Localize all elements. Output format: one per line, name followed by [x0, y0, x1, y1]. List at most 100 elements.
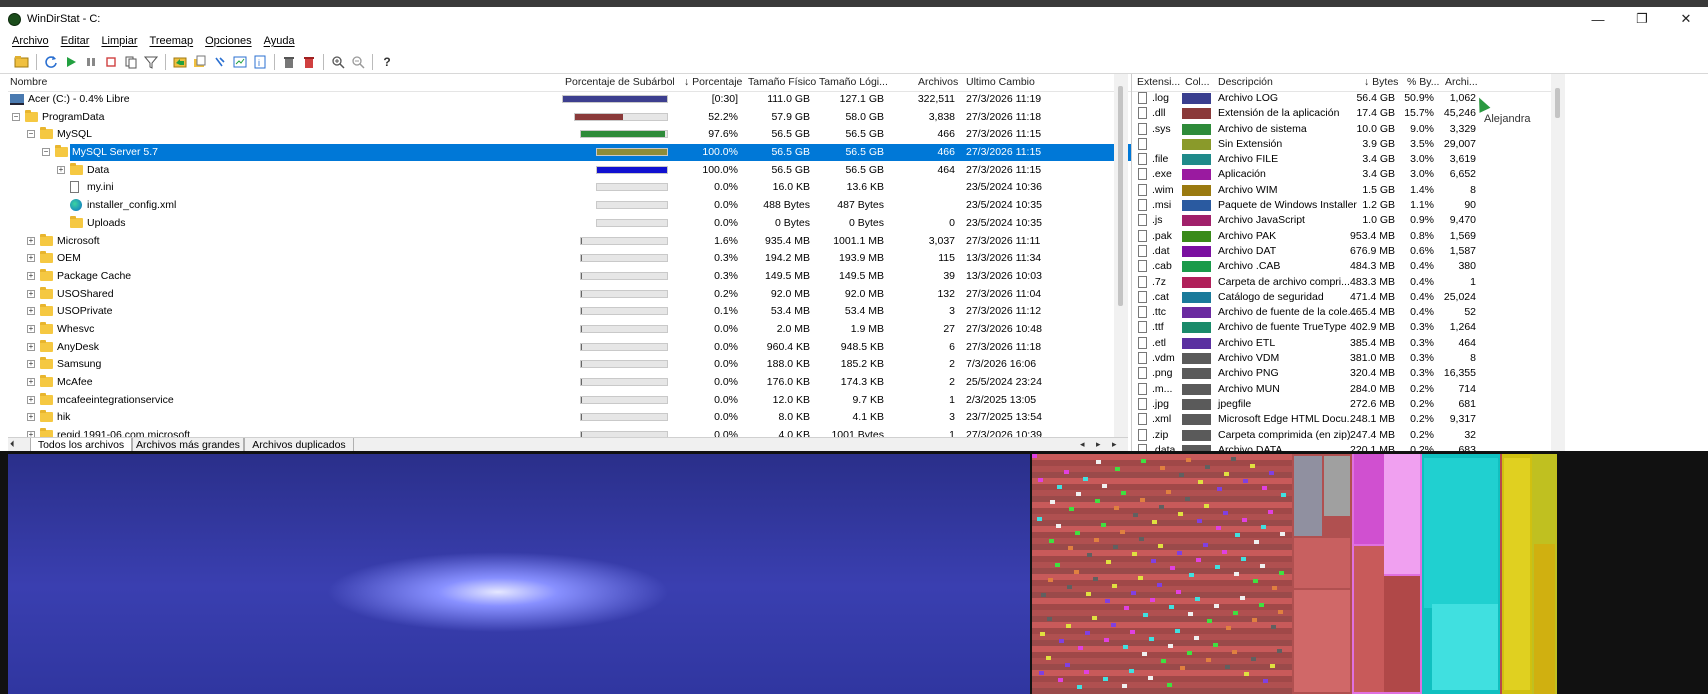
treemap-cell[interactable] — [1048, 688, 1056, 694]
minimize-button[interactable]: — — [1576, 7, 1620, 31]
col-extension[interactable]: Extensi... — [1137, 76, 1180, 88]
treemap-cell[interactable] — [1261, 525, 1266, 529]
treemap-cell[interactable] — [1088, 688, 1096, 694]
ext-row[interactable]: .file Archivo FILE 3.4 GB 3.0% 3,619 — [1132, 152, 1552, 167]
ext-row[interactable]: .cab Archivo .CAB 484.3 MB 0.4% 380 — [1132, 259, 1552, 274]
tree-row[interactable]: − MySQL Server 5.7 100.0% 56.5 GB 56.5 GB 466… — [8, 144, 1230, 162]
treemap-cell[interactable] — [1120, 688, 1128, 694]
treemap-cell[interactable] — [1195, 597, 1200, 601]
treemap-cell[interactable] — [1076, 492, 1081, 496]
treemap-cell[interactable] — [1151, 559, 1156, 563]
expand-icon[interactable]: + — [57, 165, 65, 174]
treemap-cell[interactable] — [1068, 546, 1073, 550]
treemap-cell[interactable] — [1277, 649, 1282, 653]
treemap-cell[interactable] — [1180, 666, 1185, 670]
treemap-highlight-view[interactable] — [8, 454, 1030, 694]
treemap-cell[interactable] — [1232, 688, 1240, 694]
treemap-cell[interactable] — [1065, 663, 1070, 667]
treemap-cell[interactable] — [1240, 688, 1248, 694]
treemap-cell[interactable] — [1324, 456, 1350, 516]
treemap-cell[interactable] — [1268, 510, 1273, 514]
treemap-cell[interactable] — [1168, 644, 1173, 648]
treemap-cell[interactable] — [1241, 557, 1246, 561]
treemap-cell[interactable] — [1069, 507, 1074, 511]
ext-row[interactable]: .vdm Archivo VDM 381.0 MB 0.3% 8 — [1132, 351, 1552, 366]
treemap-cell[interactable] — [1161, 659, 1166, 663]
ext-row[interactable]: Sin Extensión 3.9 GB 3.5% 29,007 — [1132, 137, 1552, 152]
treemap-cell[interactable] — [1254, 540, 1259, 544]
expand-icon[interactable]: + — [27, 236, 35, 245]
treemap-cell[interactable] — [1078, 646, 1083, 650]
treemap-cell[interactable] — [1067, 585, 1072, 589]
treemap-cell[interactable] — [1167, 683, 1172, 687]
treemap-cell[interactable] — [1233, 611, 1238, 615]
col-bytes-percent[interactable]: % By... — [1407, 76, 1439, 88]
treemap-cell[interactable] — [1206, 658, 1211, 662]
col-color[interactable]: Col... — [1185, 76, 1210, 88]
tab-scroll-left-icon[interactable]: ◂ — [1080, 439, 1085, 450]
zoom-in-icon[interactable] — [329, 53, 347, 71]
tree-row[interactable]: + Microsoft 1.6% 935.4 MB 1001.1 MB 3,037 27/3… — [8, 233, 1230, 251]
treemap-cell[interactable] — [1124, 606, 1129, 610]
treemap-cell[interactable] — [1083, 477, 1088, 481]
treemap-cell[interactable] — [1424, 458, 1498, 608]
col-physical-size[interactable]: Tamaño Físico — [748, 76, 816, 88]
expand-icon[interactable]: + — [27, 378, 35, 386]
treemap-cell[interactable] — [1384, 454, 1420, 574]
treemap-cell[interactable] — [1130, 630, 1135, 634]
treemap-cell[interactable] — [1231, 457, 1236, 461]
treemap-cell[interactable] — [1121, 491, 1126, 495]
treemap-cell[interactable] — [1187, 651, 1192, 655]
treemap-cell[interactable] — [1270, 664, 1275, 668]
treemap-cell[interactable] — [1224, 472, 1229, 476]
col-description[interactable]: Descripción — [1218, 76, 1273, 88]
tab-scroll-right-icon[interactable]: ▸ — [1096, 439, 1101, 450]
tree-row[interactable]: Acer (C:) - 0.4% Libre [0:30] 111.0 GB 127.… — [8, 91, 1230, 109]
col-logical-size[interactable]: Tamaño Lógi... — [819, 76, 888, 88]
treemap-cell[interactable] — [1215, 565, 1220, 569]
treemap-cell[interactable] — [1112, 688, 1120, 694]
ext-row[interactable]: .cat Catálogo de seguridad 471.4 MB 0.4% 25,… — [1132, 290, 1552, 305]
treemap-cell[interactable] — [1050, 500, 1055, 504]
ext-row[interactable]: .png Archivo PNG 320.4 MB 0.3% 16,355 — [1132, 366, 1552, 381]
treemap-cell[interactable] — [1075, 531, 1080, 535]
treemap-cell[interactable] — [1159, 505, 1164, 509]
treemap-cell[interactable] — [1251, 657, 1256, 661]
treemap-cell[interactable] — [1225, 665, 1230, 669]
treemap-cell[interactable] — [1112, 584, 1117, 588]
open-icon[interactable] — [13, 53, 31, 71]
treemap-cell[interactable] — [1144, 688, 1152, 694]
treemap-cell[interactable] — [1189, 573, 1194, 577]
treemap-cell[interactable] — [1157, 583, 1162, 587]
treemap-cell[interactable] — [1056, 524, 1061, 528]
treemap-cell[interactable] — [1138, 576, 1143, 580]
treemap-cell[interactable] — [1128, 688, 1136, 694]
treemap-cell[interactable] — [1186, 458, 1191, 462]
treemap-cell[interactable] — [1152, 688, 1160, 694]
treemap-cell[interactable] — [1176, 590, 1181, 594]
close-button[interactable]: ✕ — [1664, 7, 1708, 31]
treemap-cell[interactable] — [1198, 480, 1203, 484]
treemap-cell[interactable] — [1032, 688, 1040, 694]
treemap-cell[interactable] — [1114, 506, 1119, 510]
treemap-cell[interactable] — [1169, 605, 1174, 609]
treemap-cell[interactable] — [1041, 593, 1046, 597]
tree-row[interactable]: + Whesvc 0.0% 2.0 MB 1.9 MB 27 27/3/2026 10:48 — [8, 321, 1230, 339]
tree-row[interactable]: − MySQL 97.6% 56.5 GB 56.5 GB 466 27/3/2026 11… — [8, 126, 1230, 144]
menu-ayuda[interactable]: Ayuda — [258, 35, 301, 47]
treemap-cell[interactable] — [1085, 631, 1090, 635]
treemap-cell[interactable] — [1281, 493, 1286, 497]
tree-row[interactable]: + Package Cache 0.3% 149.5 MB 149.5 MB 39 13/3… — [8, 268, 1230, 286]
treemap-cell[interactable] — [1104, 638, 1109, 642]
treemap-cell[interactable] — [1214, 604, 1219, 608]
treemap-cell[interactable] — [1280, 532, 1285, 536]
tree-row[interactable]: + USOShared 0.2% 92.0 MB 92.0 MB 132 27/3/2026… — [8, 286, 1230, 304]
folder-open-icon[interactable] — [191, 53, 209, 71]
col-subtree-percent[interactable]: Porcentaje de Subárbol — [565, 76, 675, 88]
treemap-cell[interactable] — [1235, 533, 1240, 537]
treemap-cell[interactable] — [1064, 688, 1072, 694]
delete-recycle-icon[interactable] — [280, 53, 298, 71]
treemap-cell[interactable] — [1038, 478, 1043, 482]
treemap-cell[interactable] — [1184, 688, 1192, 694]
treemap-cell[interactable] — [1243, 479, 1248, 483]
